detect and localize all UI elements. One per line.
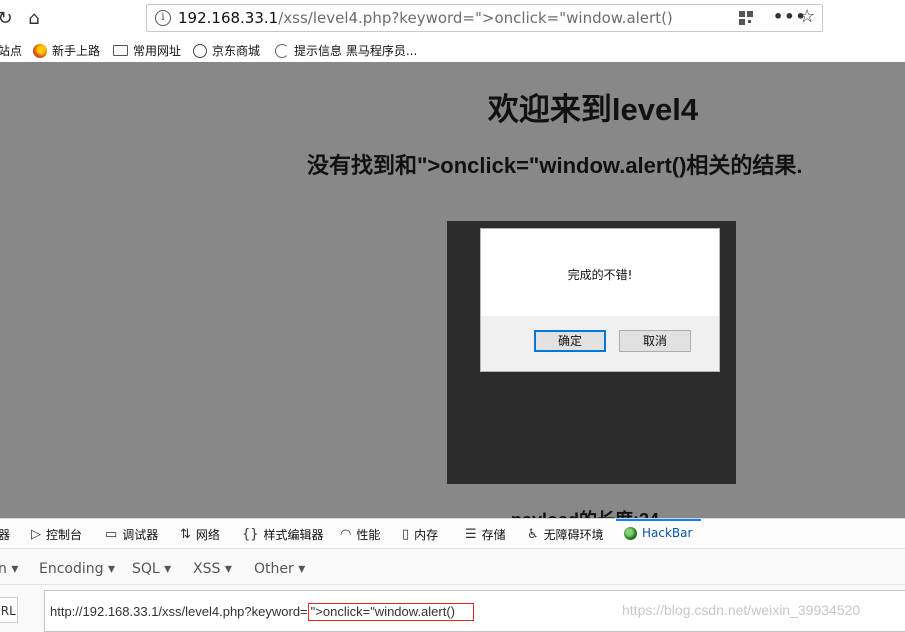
hackbar-url-text: http://192.168.33.1/xss/level4.php?keywo…	[50, 603, 475, 621]
reload-icon[interactable]: ↻	[0, 8, 16, 30]
tab-label: 样式编辑器	[263, 528, 324, 542]
accessibility-icon: ♿	[527, 527, 539, 542]
dialog-message: 完成的不错!	[567, 268, 633, 282]
ok-button[interactable]: 确定	[534, 330, 606, 352]
search-result-text: 没有找到和">onclick="window.alert()相关的结果.	[307, 153, 803, 178]
network-icon: ⇅	[180, 527, 191, 542]
bookmark-common-sites[interactable]: 常用网址	[113, 42, 181, 59]
url-prefix: http://192.168.33.1/xss/level4.php?keywo…	[50, 604, 308, 619]
page-content: 欢迎来到level4 没有找到和">onclick="window.alert(…	[0, 62, 905, 518]
tab-style-editor[interactable]: {} 样式编辑器	[242, 526, 324, 543]
tab-label: 存储	[481, 528, 506, 542]
payload-length-text: payload的长度:34	[511, 506, 659, 518]
address-bar-url[interactable]: 192.168.33.1/xss/level4.php?keyword=">on…	[178, 9, 673, 27]
home-icon[interactable]: ⌂	[23, 8, 45, 30]
hackbar-icon	[624, 526, 637, 540]
tab-performance[interactable]: ◠ 性能	[340, 526, 380, 543]
hackbar-menu-encoding[interactable]: Encoding ▾	[39, 561, 115, 577]
folder-icon	[113, 45, 128, 56]
tab-console[interactable]: ▷ 控制台	[31, 526, 82, 543]
hackbar-menu-other[interactable]: Other ▾	[254, 561, 305, 577]
tab-hackbar[interactable]: HackBar	[624, 526, 692, 540]
tab-storage[interactable]: ☰ 存储	[465, 526, 506, 543]
browser-toolbar: ↻ ⌂ i 192.168.33.1/xss/level4.php?keywor…	[0, 0, 905, 38]
storage-icon: ☰	[465, 527, 477, 542]
bookmark-heima[interactable]: 提示信息 黑马程序员...	[275, 42, 417, 59]
loading-icon	[275, 43, 289, 58]
tab-label: 性能	[356, 528, 381, 542]
debugger-icon: ▭	[105, 527, 118, 542]
tab-label: 网络	[195, 528, 220, 542]
site-info-icon[interactable]: i	[155, 10, 171, 26]
memory-icon: ▯	[402, 527, 410, 542]
bookmark-newbie[interactable]: 新手上路	[33, 42, 100, 59]
bookmark-label: 新手上路	[52, 44, 101, 58]
bookmark-label: 站点	[0, 44, 23, 58]
devtools-tabbar: 器 ▷ 控制台 ▭ 调试器 ⇅ 网络 {} 样式编辑器 ◠ 性能 ▯ 内存 ☰ 存储 ♿ 无障碍…	[0, 518, 905, 549]
watermark: https://blog.csdn.net/weixin_39934520	[622, 602, 861, 618]
bookmark-jd[interactable]: 京东商城	[193, 42, 260, 59]
bookmark-label: 常用网址	[133, 44, 182, 58]
hackbar-menu-xss[interactable]: XSS ▾	[193, 561, 232, 577]
tab-label: 器	[0, 528, 11, 542]
payload-highlight: ">onclick="window.alert()	[307, 603, 475, 621]
bookmark-label: 提示信息 黑马程序员...	[294, 44, 418, 58]
cancel-button[interactable]: 取消	[619, 330, 691, 352]
firefox-icon	[33, 43, 47, 58]
tab-label: HackBar	[642, 526, 693, 540]
hackbar-divider	[0, 584, 905, 585]
gauge-icon: ◠	[340, 527, 352, 542]
tab-label: 控制台	[46, 528, 83, 542]
tab-label: 无障碍环境	[543, 528, 604, 542]
active-tab-indicator	[616, 519, 701, 521]
qr-code-icon[interactable]	[739, 11, 753, 25]
tab-accessibility[interactable]: ♿ 无障碍环境	[527, 526, 604, 543]
braces-icon: {}	[242, 527, 259, 542]
dialog-message-area: 完成的不错!	[481, 229, 719, 316]
bookmark-star-icon[interactable]: ☆	[799, 6, 815, 27]
page-heading: 欢迎来到level4	[487, 92, 699, 127]
tab-debugger[interactable]: ▭ 调试器	[105, 526, 158, 543]
load-url-button[interactable]: URL	[0, 597, 18, 623]
address-bar[interactable]: i 192.168.33.1/xss/level4.php?keyword=">…	[146, 4, 823, 32]
tab-network[interactable]: ⇅ 网络	[180, 526, 220, 543]
hackbar-menu-load[interactable]: n ▾	[0, 561, 18, 577]
bookmark-site[interactable]: 站点	[0, 42, 22, 59]
hackbar-menu-sql[interactable]: SQL ▾	[132, 561, 171, 577]
tab-memory[interactable]: ▯ 内存	[402, 526, 438, 543]
hackbar-panel: n ▾ Encoding ▾ SQL ▾ XSS ▾ Other ▾ URL h…	[0, 549, 905, 632]
console-icon: ▷	[31, 527, 41, 542]
url-path: /xss/level4.php?keyword=">onclick="windo…	[278, 9, 673, 27]
tab-inspector[interactable]: 器	[0, 526, 10, 543]
load-url-label: URL	[0, 604, 16, 618]
bookmark-label: 京东商城	[212, 44, 261, 58]
bookmarks-bar: 站点 新手上路 常用网址 京东商城 提示信息 黑马程序员...	[0, 38, 905, 62]
globe-icon	[193, 43, 207, 58]
tab-label: 调试器	[122, 528, 159, 542]
alert-dialog: 完成的不错! 确定 取消	[480, 228, 720, 372]
url-host: 192.168.33.1	[178, 9, 279, 27]
tab-label: 内存	[414, 528, 439, 542]
